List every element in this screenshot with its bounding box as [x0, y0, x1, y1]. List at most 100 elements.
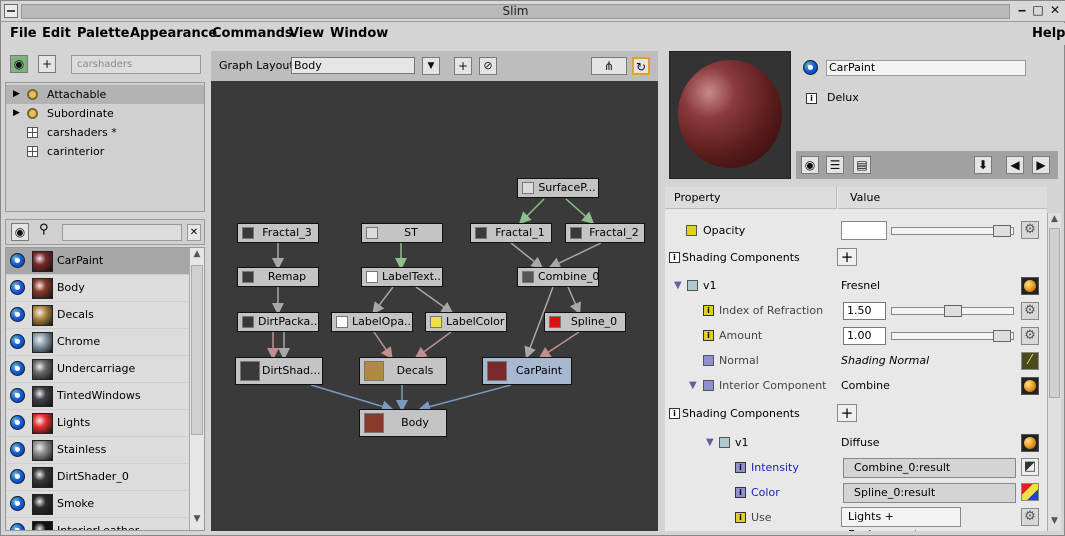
graph-node[interactable]: Decals	[359, 357, 447, 385]
tree-item-carshaders[interactable]: carshaders *	[6, 123, 204, 142]
menu-commands[interactable]: Commands	[212, 26, 293, 42]
gear-icon[interactable]: ⚙	[1021, 221, 1039, 239]
list-icon[interactable]: ☰	[826, 156, 844, 174]
opacity-slider[interactable]	[891, 225, 1014, 237]
menu-edit[interactable]: Edit	[42, 26, 71, 42]
refresh-icon[interactable]: ↻	[632, 57, 650, 75]
lightbulb-icon[interactable]	[10, 415, 25, 430]
graph-node[interactable]: DirtPacka...	[237, 312, 319, 332]
clear-icon[interactable]: ⊘	[479, 57, 497, 75]
shader-list-item[interactable]: Decals	[6, 302, 189, 329]
shader-list-item[interactable]: Lights	[6, 410, 189, 437]
scroll-down-icon[interactable]: ▼	[1049, 516, 1060, 528]
lightbulb-icon[interactable]	[10, 280, 25, 295]
prop-link-label[interactable]: Intensity	[751, 455, 799, 480]
download-icon[interactable]: ⬇	[974, 156, 992, 174]
menu-appearance[interactable]: Appearance	[130, 26, 217, 42]
palette-search-input[interactable]: carshaders	[71, 55, 201, 74]
shader-ball-icon[interactable]	[1021, 377, 1039, 395]
lightbulb-icon[interactable]	[10, 307, 25, 322]
ior-slider[interactable]	[891, 305, 1014, 317]
info-icon[interactable]: i	[669, 408, 680, 419]
shader-list-item[interactable]: Smoke	[6, 491, 189, 518]
tree-item-carinterior[interactable]: carinterior	[6, 142, 204, 161]
info-icon[interactable]: i	[735, 487, 746, 498]
clear-filter-icon[interactable]: ✕	[187, 224, 201, 241]
tree-item-subordinate[interactable]: ▶ Subordinate	[6, 104, 204, 123]
property-scrollbar[interactable]: ▲ ▼	[1047, 213, 1061, 531]
add-component-button[interactable]: +	[837, 404, 857, 422]
shader-ball-icon[interactable]	[1021, 434, 1039, 452]
graph-node[interactable]: SurfaceP...	[517, 178, 599, 198]
scroll-thumb[interactable]	[1049, 228, 1060, 398]
scroll-down-icon[interactable]: ▼	[191, 514, 203, 528]
collapse-arrow-icon[interactable]: ▼	[674, 273, 682, 298]
maximize-icon[interactable]: □	[1030, 3, 1046, 19]
graph-node[interactable]: Fractal_2	[565, 223, 645, 243]
info-icon[interactable]: i	[806, 93, 817, 104]
amount-input[interactable]: 1.00	[843, 327, 886, 345]
collapse-arrow-icon[interactable]: ▼	[706, 430, 714, 455]
intensity-connection-button[interactable]: Combine_0:result	[843, 458, 1016, 478]
scroll-up-icon[interactable]: ▲	[1049, 214, 1060, 226]
graph-node[interactable]: CarPaint	[482, 357, 572, 385]
normal-map-icon[interactable]: ⁄	[1021, 352, 1039, 370]
property-column-header[interactable]: Property	[665, 187, 837, 209]
add-node-button[interactable]: +	[454, 57, 472, 75]
shader-list-item[interactable]: Undercarriage	[6, 356, 189, 383]
shader-list-item[interactable]: TintedWindows	[6, 383, 189, 410]
color-connection-button[interactable]: Spline_0:result	[843, 483, 1016, 503]
shader-graph-canvas[interactable]: SurfaceP... Fractal_3 ST Fractal_1 Fractal_2…	[211, 81, 658, 531]
expand-arrow-icon[interactable]: ▶	[13, 85, 20, 104]
slider-knob[interactable]	[993, 330, 1011, 342]
eye-icon[interactable]: ◉	[10, 55, 28, 73]
gear-icon[interactable]: ⚙	[1021, 508, 1039, 526]
graph-node[interactable]: Remap	[237, 267, 319, 287]
lightbulb-icon[interactable]	[10, 253, 25, 268]
list-scrollbar[interactable]: ▲ ▼	[189, 248, 204, 530]
shader-list-item[interactable]: Chrome	[6, 329, 189, 356]
graph-node[interactable]: DirtShad...	[235, 357, 323, 385]
lightbulb-icon[interactable]	[10, 496, 25, 511]
layout-dropdown-icon[interactable]: ▼	[422, 57, 440, 75]
shader-ball-icon[interactable]	[1021, 277, 1039, 295]
graph-layout-select[interactable]: Body	[291, 57, 415, 74]
render-icon[interactable]: ◉	[801, 156, 819, 174]
shader-list-item[interactable]: CarPaint	[6, 248, 189, 275]
add-palette-button[interactable]: +	[38, 55, 56, 73]
info-icon[interactable]: i	[735, 462, 746, 473]
info-icon[interactable]: i	[703, 330, 714, 341]
lightbulb-icon[interactable]	[10, 469, 25, 484]
lightbulb-icon[interactable]	[10, 523, 25, 530]
menu-view[interactable]: View	[289, 26, 324, 42]
close-icon[interactable]: ✕	[1047, 3, 1063, 19]
graph-node[interactable]: Fractal_1	[470, 223, 552, 243]
lightbulb-icon[interactable]	[10, 334, 25, 349]
lightbulb-icon[interactable]	[10, 388, 25, 403]
menu-palette[interactable]: Palette	[77, 26, 129, 42]
list-filter-input[interactable]	[62, 224, 182, 241]
graph-node[interactable]: LabelOpa...	[331, 312, 413, 332]
shader-name-field[interactable]: CarPaint	[826, 60, 1026, 76]
window-menu-button[interactable]	[4, 4, 18, 18]
info-icon[interactable]: i	[703, 305, 714, 316]
value-column-header[interactable]: Value	[838, 187, 1047, 209]
add-component-button[interactable]: +	[837, 248, 857, 266]
color-map-icon[interactable]	[1021, 483, 1039, 501]
graph-node[interactable]: Body	[359, 409, 447, 437]
prop-link-label[interactable]: Color	[751, 480, 780, 505]
menu-window[interactable]: Window	[330, 26, 388, 42]
amount-slider[interactable]	[891, 330, 1014, 342]
graph-node[interactable]: Spline_0	[544, 312, 626, 332]
text-icon[interactable]: ▤	[853, 156, 871, 174]
layout-tree-icon[interactable]: ⋔	[591, 57, 627, 75]
graph-node[interactable]: ST	[361, 223, 443, 243]
info-icon[interactable]: i	[669, 252, 680, 263]
gear-icon[interactable]: ⚙	[1021, 327, 1039, 345]
lightbulb-icon[interactable]	[10, 361, 25, 376]
menu-help[interactable]: Help	[1032, 26, 1065, 42]
slider-knob[interactable]	[993, 225, 1011, 237]
scroll-thumb[interactable]	[191, 265, 203, 435]
expand-arrow-icon[interactable]: ▶	[13, 104, 20, 123]
use-select[interactable]: Lights + Environments	[841, 507, 961, 531]
